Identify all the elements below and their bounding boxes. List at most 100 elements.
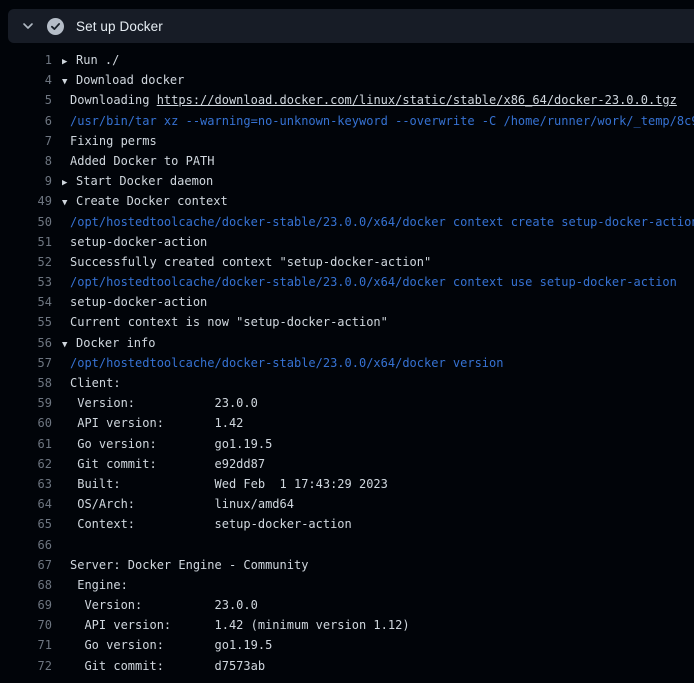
log-lines: 1▶Run ./4▼Download docker5Downloading ht… bbox=[0, 50, 694, 676]
line-number[interactable]: 68 bbox=[0, 575, 52, 595]
line-number[interactable]: 6 bbox=[0, 111, 52, 131]
log-line: 65 Context: setup-docker-action bbox=[0, 514, 694, 534]
line-number[interactable]: 49 bbox=[0, 191, 52, 211]
line-number[interactable]: 72 bbox=[0, 656, 52, 676]
log-text-line: Current context is now "setup-docker-act… bbox=[62, 312, 388, 332]
log-group-label: Create Docker context bbox=[76, 194, 228, 208]
line-number[interactable]: 66 bbox=[0, 535, 52, 555]
line-number[interactable]: 62 bbox=[0, 454, 52, 474]
log-group-label: Start Docker daemon bbox=[76, 174, 213, 188]
log-line: 56 ▼Docker info bbox=[0, 333, 694, 353]
chevron-down-icon[interactable] bbox=[21, 19, 35, 33]
line-number[interactable]: 59 bbox=[0, 393, 52, 413]
log-group-label: Docker info bbox=[76, 336, 155, 350]
log-line: 69 Version: 23.0.0 bbox=[0, 595, 694, 615]
line-number[interactable]: 8 bbox=[0, 151, 52, 171]
command-text: /opt/hostedtoolcache/docker-stable/23.0.… bbox=[70, 275, 677, 289]
log-line: 8 Added Docker to PATH bbox=[0, 151, 694, 171]
line-number[interactable]: 5 bbox=[0, 90, 52, 110]
log-line: 6/usr/bin/tar xz --warning=no-unknown-ke… bbox=[0, 111, 694, 131]
log-text-line bbox=[62, 535, 70, 555]
line-number[interactable]: 52 bbox=[0, 252, 52, 272]
caret-collapsed-icon[interactable]: ▶ bbox=[62, 173, 76, 193]
log-text-line: API version: 1.42 (minimum version 1.12) bbox=[62, 615, 410, 635]
line-number[interactable]: 1 bbox=[0, 50, 52, 70]
log-text-line: Version: 23.0.0 bbox=[62, 393, 258, 413]
line-number[interactable]: 64 bbox=[0, 494, 52, 514]
line-number[interactable]: 67 bbox=[0, 555, 52, 575]
check-circle-icon bbox=[47, 18, 64, 35]
download-url-link[interactable]: https://download.docker.com/linux/static… bbox=[157, 93, 677, 107]
log-group-toggle[interactable]: ▼Docker info bbox=[62, 333, 155, 353]
caret-expanded-icon[interactable]: ▼ bbox=[62, 72, 76, 92]
log-text-line: Downloading https://download.docker.com/… bbox=[62, 90, 677, 110]
line-number[interactable]: 50 bbox=[0, 212, 52, 232]
log-line: 54 setup-docker-action bbox=[0, 292, 694, 312]
log-group-toggle[interactable]: ▶Run ./ bbox=[62, 50, 119, 70]
line-number[interactable]: 57 bbox=[0, 353, 52, 373]
line-number[interactable]: 60 bbox=[0, 413, 52, 433]
caret-collapsed-icon[interactable]: ▶ bbox=[62, 52, 76, 72]
log-text-line: Go version: go1.19.5 bbox=[62, 635, 272, 655]
line-number[interactable]: 58 bbox=[0, 373, 52, 393]
line-number[interactable]: 56 bbox=[0, 333, 52, 353]
line-number[interactable]: 53 bbox=[0, 272, 52, 292]
log-line: 60 API version: 1.42 bbox=[0, 413, 694, 433]
log-command-line: /usr/bin/tar xz --warning=no-unknown-key… bbox=[62, 111, 694, 131]
log-line: 55 Current context is now "setup-docker-a… bbox=[0, 312, 694, 332]
log-text-line: Go version: go1.19.5 bbox=[62, 434, 272, 454]
log-command-line: /opt/hostedtoolcache/docker-stable/23.0.… bbox=[62, 353, 503, 373]
log-line: 5 Downloading https://download.docker.com… bbox=[0, 90, 694, 110]
log-text-line: API version: 1.42 bbox=[62, 413, 243, 433]
log-command-line: /opt/hostedtoolcache/docker-stable/23.0.… bbox=[62, 212, 694, 232]
log-group-toggle[interactable]: ▼Download docker bbox=[62, 70, 184, 90]
log-text-line: Fixing perms bbox=[62, 131, 157, 151]
log-line: 53/opt/hostedtoolcache/docker-stable/23.… bbox=[0, 272, 694, 292]
log-text-line: Git commit: e92dd87 bbox=[62, 454, 265, 474]
caret-expanded-icon[interactable]: ▼ bbox=[62, 193, 76, 213]
line-number[interactable]: 9 bbox=[0, 171, 52, 191]
log-line: 61 Go version: go1.19.5 bbox=[0, 434, 694, 454]
log-line: 51 setup-docker-action bbox=[0, 232, 694, 252]
line-number[interactable]: 69 bbox=[0, 595, 52, 615]
log-line: 9 ▶Start Docker daemon bbox=[0, 171, 694, 191]
log-line: 57/opt/hostedtoolcache/docker-stable/23.… bbox=[0, 353, 694, 373]
line-number[interactable]: 65 bbox=[0, 514, 52, 534]
log-line: 70 API version: 1.42 (minimum version 1.… bbox=[0, 615, 694, 635]
log-line: 71 Go version: go1.19.5 bbox=[0, 635, 694, 655]
log-line: 1 ▶Run ./ bbox=[0, 50, 694, 70]
line-number[interactable]: 61 bbox=[0, 434, 52, 454]
log-text-line: setup-docker-action bbox=[62, 232, 207, 252]
log-line: 58 Client: bbox=[0, 373, 694, 393]
log-group-label: Download docker bbox=[76, 73, 184, 87]
line-number[interactable]: 71 bbox=[0, 635, 52, 655]
log-line: 59 Version: 23.0.0 bbox=[0, 393, 694, 413]
line-number[interactable]: 4 bbox=[0, 70, 52, 90]
line-number[interactable]: 7 bbox=[0, 131, 52, 151]
log-line: 64 OS/Arch: linux/amd64 bbox=[0, 494, 694, 514]
log-text: Downloading bbox=[70, 93, 157, 107]
step-title: Set up Docker bbox=[76, 19, 163, 34]
log-line: 68 Engine: bbox=[0, 575, 694, 595]
caret-expanded-icon[interactable]: ▼ bbox=[62, 335, 76, 355]
log-text-line: Built: Wed Feb 1 17:43:29 2023 bbox=[62, 474, 388, 494]
log-text-line: Client: bbox=[62, 373, 121, 393]
line-number[interactable]: 55 bbox=[0, 312, 52, 332]
line-number[interactable]: 51 bbox=[0, 232, 52, 252]
log-text-line: Added Docker to PATH bbox=[62, 151, 215, 171]
log-line: 62 Git commit: e92dd87 bbox=[0, 454, 694, 474]
command-text: /opt/hostedtoolcache/docker-stable/23.0.… bbox=[70, 356, 503, 370]
line-number[interactable]: 70 bbox=[0, 615, 52, 635]
log-command-line: /opt/hostedtoolcache/docker-stable/23.0.… bbox=[62, 272, 677, 292]
line-number[interactable]: 54 bbox=[0, 292, 52, 312]
log-group-toggle[interactable]: ▼Create Docker context bbox=[62, 191, 228, 211]
log-text-line: Version: 23.0.0 bbox=[62, 595, 258, 615]
step-header[interactable]: Set up Docker bbox=[8, 9, 694, 43]
log-text-line: setup-docker-action bbox=[62, 292, 207, 312]
log-group-toggle[interactable]: ▶Start Docker daemon bbox=[62, 171, 213, 191]
log-text-line: Successfully created context "setup-dock… bbox=[62, 252, 431, 272]
log-line: 50/opt/hostedtoolcache/docker-stable/23.… bbox=[0, 212, 694, 232]
line-number[interactable]: 63 bbox=[0, 474, 52, 494]
log-line: 67Server: Docker Engine - Community bbox=[0, 555, 694, 575]
log-text-line: OS/Arch: linux/amd64 bbox=[62, 494, 294, 514]
